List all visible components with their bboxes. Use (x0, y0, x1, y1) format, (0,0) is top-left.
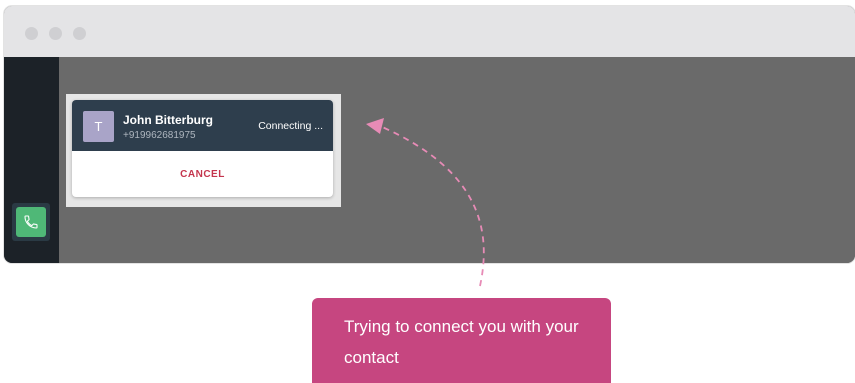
call-card-frame: T John Bitterburg +919962681975 Connecti… (66, 94, 341, 207)
avatar: T (83, 111, 114, 142)
phone-icon (16, 207, 46, 237)
call-header: T John Bitterburg +919962681975 Connecti… (72, 100, 333, 151)
annotation-callout: Trying to connect you with your contact (312, 298, 611, 383)
cancel-button[interactable]: CANCEL (72, 151, 333, 197)
call-card: T John Bitterburg +919962681975 Connecti… (72, 100, 333, 197)
window-maximize-dot[interactable] (73, 27, 86, 40)
sidebar (4, 57, 59, 263)
phone-button[interactable] (12, 203, 50, 241)
call-status: Connecting ... (258, 120, 323, 132)
window-minimize-dot[interactable] (49, 27, 62, 40)
caller-number: +919962681975 (123, 130, 196, 141)
title-bar (4, 6, 855, 57)
window-close-dot[interactable] (25, 27, 38, 40)
caller-name: John Bitterburg (123, 113, 213, 127)
